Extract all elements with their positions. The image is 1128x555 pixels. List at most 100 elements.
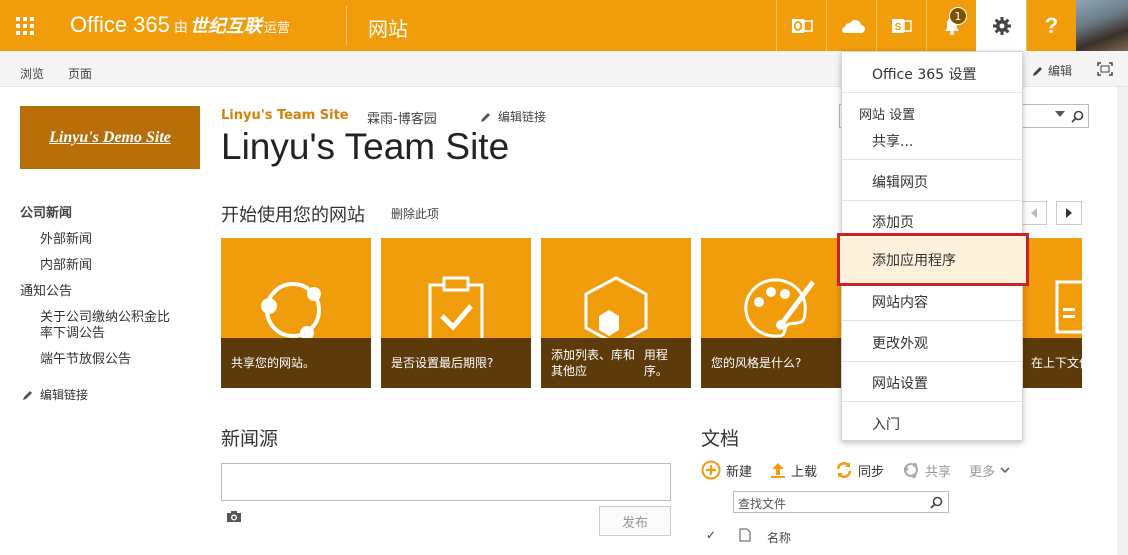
tile-style[interactable]: 您的风格是什么? [701,238,851,388]
menu-add-page[interactable]: 添加页 [842,212,1022,232]
newsfeed-title: 新闻源 [221,428,279,450]
nav-notice-fund-line2[interactable]: 率下调公告 [40,322,105,341]
menu-site-settings-header: 网站 设置 [859,108,916,123]
column-name[interactable]: 名称 [767,529,791,546]
menu-site-contents[interactable]: 网站内容 [842,292,1022,312]
tile-context-files-caption-line1: 在上下文 [1031,356,1080,370]
office365-brand[interactable]: Office 365 由 世纪互联 运营 [70,12,290,38]
tile-share-site[interactable]: 共享您的网站。 [221,238,371,388]
settings-gear-icon[interactable] [976,0,1026,51]
share-button[interactable]: 共享 [902,461,951,480]
chevron-down-icon [1000,467,1010,474]
ribbon-edit-button[interactable]: 编辑 [1032,62,1072,79]
upload-button[interactable]: 上载 [770,461,817,480]
search-icon[interactable] [930,496,943,509]
menu-change-look[interactable]: 更改外观 [842,333,1022,353]
newsfeed-post-input[interactable] [221,463,671,501]
user-avatar[interactable] [1076,0,1128,51]
sync-label: 同步 [858,464,885,480]
tile-context-files-caption-line2: 件。 [1079,355,1082,371]
tile-add-lists-caption-line2: 用程序。 [643,348,668,378]
menu-separator [842,320,1022,321]
help-icon[interactable]: ? [1026,0,1076,51]
nav-company-news[interactable]: 公司新闻 [20,202,72,221]
menu-separator [842,200,1022,201]
site-logo-text: Linyu's Demo Site [49,128,171,146]
tile-context-files[interactable]: 在上下文件。 [1021,238,1082,388]
pencil-icon [1033,66,1042,76]
top-edit-links-label: 编辑链接 [498,110,547,124]
top-edit-links[interactable]: 编辑链接 [480,108,546,125]
documents-commands: 新建 上载 同步 共享 更多 [701,459,1028,481]
breadcrumb-subsite[interactable]: 霖雨-博客园 [367,108,437,127]
notifications-icon[interactable]: 1 [926,0,976,51]
page-title: Linyu's Team Site [221,126,510,167]
publish-button[interactable]: 发布 [599,506,671,536]
tile-style-caption: 您的风格是什么? [701,338,851,388]
find-file-input[interactable]: 查找文件 [733,491,949,513]
getting-started-title: 开始使用您的网站 [221,205,365,226]
brand-operated: 运营 [263,20,290,35]
menu-office365-settings[interactable]: Office 365 设置 [842,64,1022,84]
add-circle-icon [701,460,721,480]
page-scrollbar[interactable] [1117,87,1128,555]
tile-add-lists[interactable]: 添加列表、库和其他应 用程序。 [541,238,691,388]
tile-add-lists-caption: 添加列表、库和其他应 用程序。 [541,338,691,388]
share-circle-icon [903,462,919,479]
quick-launch-edit-links[interactable]: 编辑链接 [22,386,88,403]
brand-partner: 世纪互联 [189,16,262,36]
upload-label: 上载 [791,464,818,480]
menu-site-settings[interactable]: 网站设置 [842,373,1022,393]
camera-icon[interactable] [226,510,242,523]
nav-notices[interactable]: 通知公告 [20,280,72,299]
find-file-placeholder: 查找文件 [738,497,787,511]
menu-edit-page[interactable]: 编辑网页 [842,172,1022,192]
menu-add-app: 添加应用程序 [872,253,956,269]
tile-deadline[interactable]: 是否设置最后期限? [381,238,531,388]
suite-bar: Office 365 由 世纪互联 运营 网站 S 1 ? [0,0,1128,51]
pencil-icon [23,390,32,400]
menu-add-app-highlighted[interactable]: 添加应用程序 [837,233,1029,286]
menu-share[interactable]: 共享... [842,131,1022,151]
sharepoint-icon[interactable]: S [876,0,926,51]
search-icon[interactable] [1071,110,1084,123]
palette-brush-icon [744,278,815,338]
menu-separator [842,92,1022,93]
ribbon-tab-browse[interactable]: 浏览 [20,65,44,82]
onedrive-icon[interactable] [826,0,876,51]
new-document-label: 新建 [726,464,753,480]
more-label: 更多 [969,464,996,480]
sites-link[interactable]: 网站 [368,13,408,42]
sync-button[interactable]: 同步 [835,461,884,480]
brand-by: 由 [173,19,188,35]
document-icon [1055,280,1082,334]
sync-icon [836,462,852,478]
breadcrumb-site[interactable]: Linyu's Team Site [221,108,349,123]
menu-getting-started[interactable]: 入门 [842,414,1022,434]
share-label: 共享 [925,464,952,480]
upload-icon [771,463,786,478]
brand-text: Office 365 [70,12,170,37]
focus-content-icon[interactable] [1097,62,1113,76]
checkmark-icon[interactable]: ✓ [706,528,716,542]
site-logo[interactable]: Linyu's Demo Site [20,106,200,169]
app-launcher-icon[interactable] [0,0,50,51]
quick-launch-edit-label: 编辑链接 [40,388,89,402]
ribbon-tab-page[interactable]: 页面 [68,65,92,82]
pencil-icon [481,112,490,122]
nav-internal-news[interactable]: 内部新闻 [40,254,92,273]
nav-dragon-boat-notice[interactable]: 端午节放假公告 [40,348,131,367]
outlook-icon[interactable] [776,0,826,51]
more-button[interactable]: 更多 [969,461,1010,480]
nav-external-news[interactable]: 外部新闻 [40,228,92,247]
tiles-prev-button[interactable] [1021,201,1047,225]
tiles-next-button[interactable] [1056,201,1082,225]
menu-separator [842,159,1022,160]
new-document-button[interactable]: 新建 [701,460,752,480]
clipboard-check-icon [428,276,484,338]
tile-share-caption: 共享您的网站。 [221,338,371,388]
suite-icons: S 1 ? [776,0,1128,51]
remove-this-link[interactable]: 删除此项 [391,205,439,222]
search-scope-chevron-icon[interactable] [1055,111,1065,117]
file-type-icon [739,528,751,542]
